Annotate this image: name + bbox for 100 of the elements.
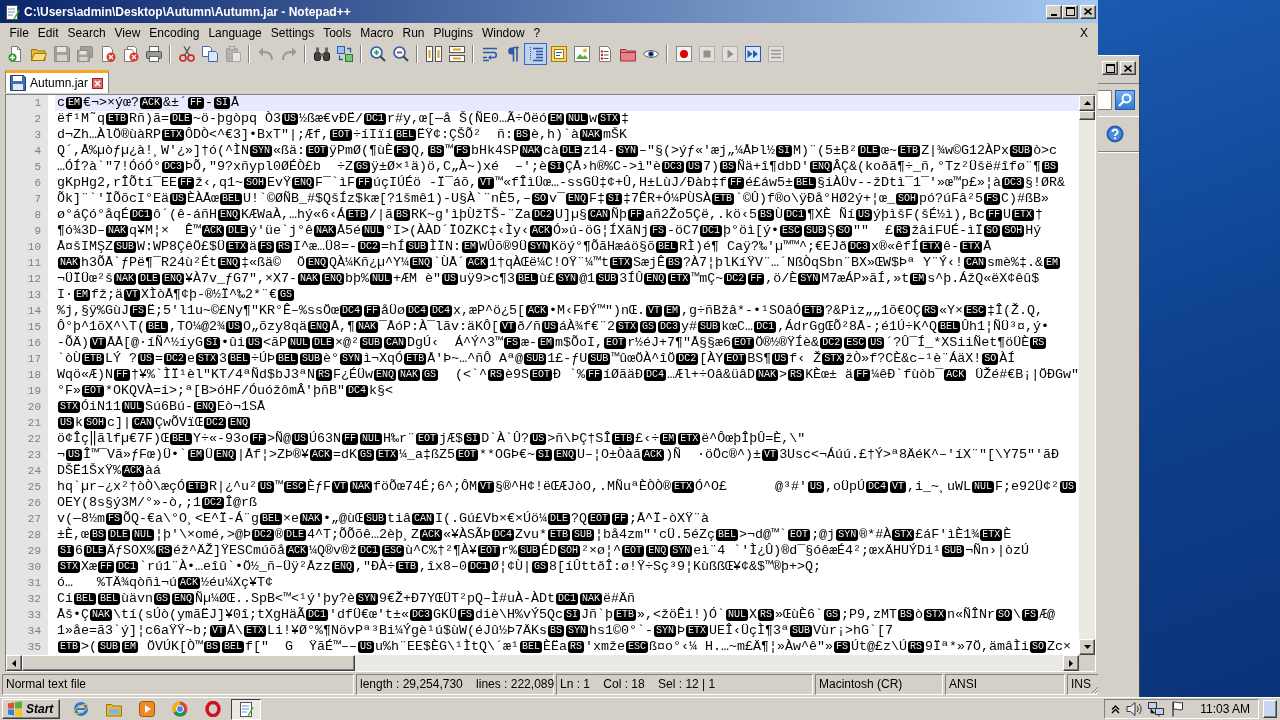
- control-char-label: VT: [478, 177, 495, 189]
- code-text: x®«êfÍ: [871, 239, 920, 255]
- code-text: M)¨(5±B²: [793, 143, 858, 159]
- control-char-label: FS: [454, 145, 471, 157]
- code-text: ÄƒSOX%: [107, 543, 156, 559]
- line-number: 8: [33, 208, 42, 223]
- control-char-label: CAN: [964, 257, 986, 269]
- start-button[interactable]: Start: [2, 699, 60, 719]
- menu-item[interactable]: Edit: [33, 24, 64, 41]
- close-icon[interactable]: [92, 77, 104, 89]
- control-char-label: RS: [894, 225, 911, 237]
- control-char-label: DLE: [108, 529, 131, 541]
- scrollbar-thumb[interactable]: [22, 655, 355, 671]
- indent-guide-icon: [527, 46, 544, 62]
- menu-item[interactable]: Tools: [318, 24, 356, 41]
- control-char-label: BEL: [276, 353, 299, 365]
- control-char-label: SI: [606, 193, 622, 205]
- code-text: \tí(sÚò(ymãËJ]¥0î;tXgHäÃ: [113, 607, 305, 623]
- menu-item[interactable]: View: [110, 24, 145, 41]
- menu-item[interactable]: Encoding: [144, 24, 204, 41]
- notepad-icon: [4, 3, 20, 20]
- line-number: 24: [26, 464, 42, 479]
- chevron-up-icon[interactable]: [1111, 704, 1121, 714]
- code-text: QÀ¼Kñ¿µ^Y¼: [329, 255, 409, 271]
- menu-item[interactable]: Search: [63, 24, 111, 41]
- code-text: ê-: [943, 239, 960, 255]
- line-number: 23: [26, 448, 42, 463]
- menu-item[interactable]: Settings: [266, 24, 319, 41]
- minimize-button[interactable]: [1046, 4, 1062, 19]
- code-text: úçIÚÉö -Ï¯áõ,: [373, 175, 478, 191]
- menu-item[interactable]: ?: [529, 24, 545, 41]
- close-document-button[interactable]: X: [1078, 24, 1090, 41]
- maximize-button[interactable]: [1062, 4, 1078, 19]
- code-text: U: [1003, 207, 1012, 223]
- code-text: áÀ¾f€¨2: [559, 319, 616, 335]
- menu-item[interactable]: Language: [203, 24, 267, 41]
- control-char-label: ETB: [802, 305, 825, 317]
- control-char-label: ENQ: [194, 401, 217, 413]
- code-text: Y÷«-93o: [193, 431, 250, 447]
- control-char-label: ENQ: [214, 449, 237, 461]
- code-text: DŠË1ŠxŸ%: [57, 463, 121, 479]
- code-text: ë#Äñ: [603, 591, 636, 607]
- maximize-button[interactable]: [1102, 61, 1118, 75]
- control-char-label: SUB: [360, 337, 383, 349]
- code-text: é£áw5±: [745, 175, 793, 191]
- code-text: £‹÷: [635, 431, 660, 447]
- control-char-label: DLE: [84, 545, 107, 557]
- control-char-label: US: [530, 433, 547, 445]
- notepad-button[interactable]: [231, 698, 261, 720]
- file-tab[interactable]: Autumn.jar: [5, 70, 110, 93]
- control-char-label: ETX: [162, 129, 184, 141]
- control-char-label: SYN: [528, 241, 551, 253]
- code-text: tiâ: [387, 511, 412, 527]
- control-char-label: STX: [924, 609, 947, 621]
- indent-guide-button[interactable]: [524, 43, 547, 65]
- cursor-position-status: Ln : 1 Col : 18 Sel : 12 | 1: [556, 674, 813, 695]
- search-button[interactable]: [1115, 90, 1135, 110]
- code-text: **OGÞ€~: [479, 447, 536, 463]
- scroll-up-button[interactable]: [1079, 95, 1095, 111]
- menu-item[interactable]: Macro: [355, 24, 398, 41]
- show-desktop-button[interactable]: [1263, 700, 1277, 718]
- help-icon[interactable]: [1106, 125, 1124, 143]
- close-button[interactable]: [1120, 61, 1136, 75]
- control-char-label: ACK: [420, 529, 443, 541]
- code-text: «¥ÀSÃÞ: [443, 527, 492, 543]
- control-char-label: US: [66, 449, 82, 461]
- menu-item[interactable]: Run: [398, 24, 430, 41]
- control-char-label: BEL: [516, 273, 539, 285]
- control-char-label: FS: [458, 609, 474, 621]
- line-number: 26: [26, 496, 42, 511]
- control-char-label: NUL: [362, 225, 385, 237]
- control-char-label: DC1: [556, 593, 579, 605]
- close-button[interactable]: [1080, 4, 1096, 19]
- vertical-scrollbar[interactable]: [1079, 95, 1095, 655]
- scroll-down-button[interactable]: [1079, 639, 1095, 655]
- horizontal-scrollbar[interactable]: [6, 655, 1079, 671]
- menu-item[interactable]: Plugins: [429, 24, 478, 41]
- scroll-left-button[interactable]: [6, 655, 22, 671]
- code-text: |Åf¦>ZÞ®¥: [237, 447, 309, 463]
- control-char-label: DLE: [548, 513, 571, 525]
- control-char-label: DC4: [406, 305, 428, 317]
- code-text: ÷íIïí: [353, 127, 393, 143]
- scrollbar-thumb[interactable]: [1079, 111, 1095, 120]
- menu-item[interactable]: Window: [477, 24, 530, 41]
- code-text: diè\H%vÝ5Qc: [475, 607, 563, 623]
- menu-item[interactable]: File: [5, 24, 34, 41]
- speaker-icon[interactable]: [1126, 701, 1143, 717]
- network-icon[interactable]: [1148, 701, 1165, 717]
- code-text: ‡: [621, 111, 630, 127]
- code-text: ž‹,q1~: [195, 175, 243, 191]
- scroll-right-button[interactable]: [1063, 655, 1079, 671]
- control-char-label: SUB: [804, 225, 827, 237]
- code-text: Z|¾w©G12ÀPx: [921, 143, 1010, 159]
- code-text: ß¤o°‹¼ H.…~m£Ä¶¦»Àw^ê"»: [649, 639, 834, 655]
- fast-forward-icon: [744, 46, 761, 62]
- zoom-out-icon: [392, 46, 409, 62]
- side-by-side-panes-icon: [425, 46, 442, 62]
- control-char-label: BS: [898, 609, 915, 621]
- ring-icon: [205, 701, 221, 717]
- search-field[interactable]: [1098, 90, 1112, 110]
